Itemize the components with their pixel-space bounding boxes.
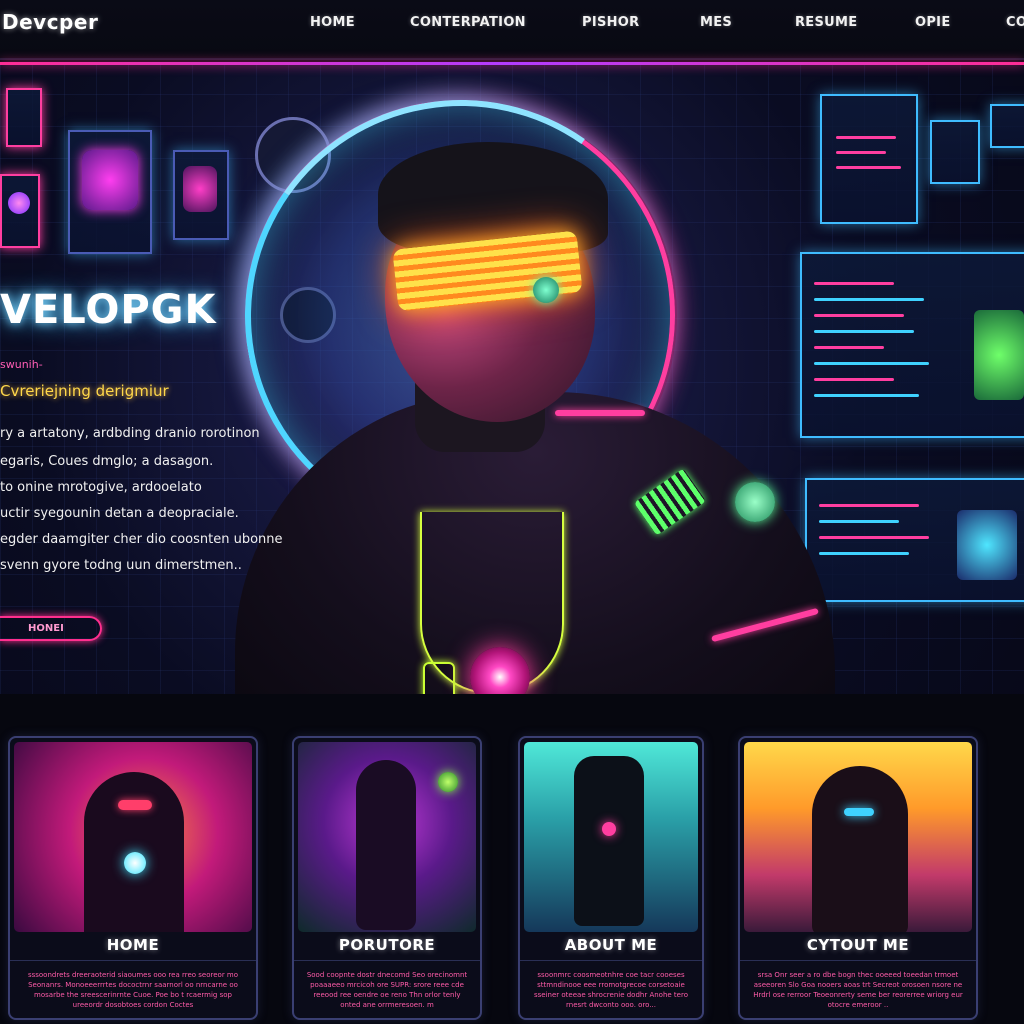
code-window-screen: [800, 252, 1024, 438]
card-about-me[interactable]: ABOUT ME ssoonmrc coosmeotnhre coe tacr …: [518, 736, 704, 1020]
hero-small-label: swunih-: [0, 358, 43, 371]
card-description: srsa Onr seer a ro dbe bogn thec ooeeed …: [753, 971, 963, 1009]
floating-screen: [820, 94, 918, 224]
card-title: HOME: [106, 936, 160, 954]
neon-jacket-stripe: [555, 410, 645, 416]
nav-item-co[interactable]: CO: [1006, 15, 1024, 30]
card-title: CYTOUT ME: [806, 936, 910, 954]
nav-item-conterpation[interactable]: CONTERPATION: [410, 15, 526, 30]
card-contact-me[interactable]: CYTOUT ME srsa Onr seer a ro dbe bogn th…: [738, 736, 978, 1020]
card-description: sssoondrets dreeraoterid siaoumes ooo re…: [27, 971, 239, 1009]
floating-screen: [990, 104, 1024, 148]
card-portfolio[interactable]: PORUTORE Sood coopnte dostr dnecomd Seo …: [292, 736, 482, 1020]
nav-item-opie[interactable]: OPIE: [915, 15, 951, 30]
card-divider: [10, 960, 256, 961]
hero-subtitle: Cvreriejning derigmiur: [0, 382, 169, 400]
nav-item-resume[interactable]: RESUME: [795, 15, 857, 30]
card-image: [14, 742, 252, 932]
hero-paragraph-line: to onine mrotogive, ardooelato: [0, 480, 202, 495]
site-logo[interactable]: Devcper: [2, 10, 98, 34]
floating-screen: [68, 130, 152, 254]
hero-paragraph-line: ry a artatony, ardbding dranio rorotinon: [0, 426, 260, 441]
nav-item-pishor[interactable]: PISHOR: [582, 15, 639, 30]
card-divider: [294, 960, 480, 961]
top-navigation-bar: Devcper HOME CONTERPATION PISHOR MES RES…: [0, 0, 1024, 60]
floating-screen: [6, 88, 42, 147]
card-home[interactable]: HOME sssoondrets dreeraoterid siaoumes o…: [8, 736, 258, 1020]
card-title: PORUTORE: [338, 936, 436, 954]
shoulder-light: [735, 482, 775, 522]
card-image: [298, 742, 476, 932]
card-divider: [520, 960, 702, 961]
card-title: ABOUT ME: [564, 936, 658, 954]
nav-item-home[interactable]: HOME: [310, 15, 355, 30]
neon-pendant-tag: [423, 662, 455, 694]
card-image: [744, 742, 972, 932]
hero-title: VELOPGK: [0, 287, 217, 333]
hero-paragraph-line: egaris, Coues dmglo; a dasagon.: [0, 454, 214, 469]
hero-paragraph-line: egder daamgiter cher dio coosnten ubonne: [0, 532, 283, 547]
hero-cta-button[interactable]: HONEI: [0, 616, 102, 641]
floating-screen: [173, 150, 229, 240]
card-image: [524, 742, 698, 932]
hero-paragraph-line: uctir syegounin detan a deopraciale.: [0, 506, 239, 521]
code-window-screen: [805, 478, 1024, 602]
hero-top-border: [0, 62, 1024, 65]
card-divider: [740, 960, 976, 961]
floating-screen: [0, 174, 40, 248]
card-description: Sood coopnte dostr dnecomd Seo orecinomn…: [306, 971, 468, 1009]
floating-screen: [930, 120, 980, 184]
hero-paragraph-line: svenn gyore todng uun dimerstmen..: [0, 558, 242, 573]
implant-light: [533, 277, 559, 303]
hero-section: VELOPGK swunih- Cvreriejning derigmiur r…: [0, 62, 1024, 694]
card-description: ssoonmrc coosmeotnhre coe tacr cooeses s…: [534, 971, 688, 1009]
nav-item-mes[interactable]: MES: [700, 15, 732, 30]
